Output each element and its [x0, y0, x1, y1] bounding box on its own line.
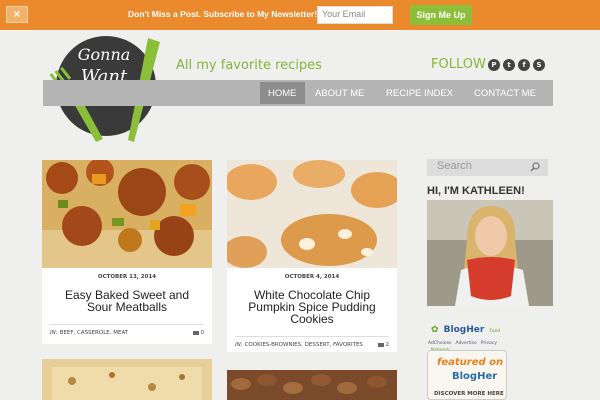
comment-count[interactable]: 0 — [192, 330, 204, 336]
featured-on-blogher-badge[interactable]: featured on BlogHer DISCOVER MORE HERE — [427, 350, 507, 400]
follow-label: FOLLOW — [431, 57, 486, 72]
comment-count[interactable]: 2 — [377, 342, 389, 348]
post-title[interactable]: White Chocolate Chip Pumpkin Spice Puddi… — [227, 289, 397, 325]
nav-recipe-index[interactable]: RECIPE INDEX — [378, 82, 461, 104]
post-card: OCTOBER 4, 2014 White Chocolate Chip Pum… — [227, 160, 397, 352]
adchoices-link[interactable]: AdChoices — [428, 341, 451, 346]
post-date: OCTOBER 13, 2014 — [97, 274, 157, 280]
search-icon[interactable] — [530, 162, 540, 172]
comment-icon — [377, 342, 384, 347]
post-meta: IN: COOKIES-BROWNIES, DESSERT, FAVORITES… — [235, 336, 389, 352]
newsletter-bar: × Don't Miss a Post. Subscribe to My New… — [0, 0, 600, 30]
nav-contact-me[interactable]: CONTACT ME — [466, 82, 544, 104]
nav-home[interactable]: HOME — [260, 82, 305, 104]
newsletter-promo-text: Don't Miss a Post. Subscribe to My Newsl… — [128, 9, 318, 19]
post-meta: IN: BEEF, CASSEROLE, MEAT 0 — [50, 324, 204, 340]
meatballs-image[interactable] — [42, 160, 212, 268]
privacy-link[interactable]: Privacy — [481, 341, 497, 346]
twitter-icon[interactable]: t — [503, 59, 515, 71]
author-photo — [427, 200, 553, 306]
email-field[interactable]: Your Email — [317, 6, 393, 24]
stumbleupon-icon[interactable]: S — [533, 59, 545, 71]
post-date: OCTOBER 4, 2014 — [284, 274, 340, 280]
pecans-image[interactable] — [227, 370, 397, 400]
cookies-image[interactable] — [227, 160, 397, 268]
post-categories[interactable]: BEEF, CASSEROLE, MEAT — [60, 330, 129, 336]
sidebar-greeting: HI, I'M KATHLEEN! — [427, 185, 525, 197]
facebook-icon[interactable]: f — [518, 59, 530, 71]
post-card: OCTOBER 13, 2014 Easy Baked Sweet and So… — [42, 160, 212, 344]
ad-links: AdChoices Advertise Privacy — [428, 338, 514, 348]
post-categories[interactable]: COOKIES-BROWNIES, DESSERT, FAVORITES — [245, 342, 363, 348]
pinterest-icon[interactable]: P — [488, 59, 500, 71]
site-tagline: All my favorite recipes — [176, 58, 322, 73]
bars-image[interactable] — [42, 359, 212, 400]
close-bar-button[interactable]: × — [6, 6, 28, 23]
sign-up-button[interactable]: Sign Me Up — [410, 5, 472, 25]
comment-icon — [192, 330, 199, 335]
advertise-link[interactable]: Advertise — [455, 341, 476, 346]
nav-about-me[interactable]: ABOUT ME — [307, 82, 372, 104]
logo-text-1: Gonna — [78, 45, 131, 64]
blogher-network-badge[interactable]: ✿ BlogHer Food Network — [431, 317, 511, 353]
post-title[interactable]: Easy Baked Sweet and Sour Meatballs — [42, 289, 212, 313]
